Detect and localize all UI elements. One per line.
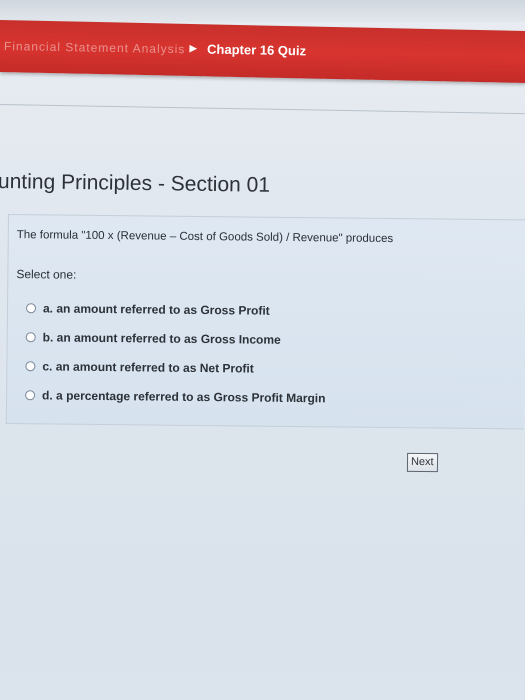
question-panel: The formula "100 x (Revenue – Cost of Go… [5, 214, 525, 430]
browser-top-strip [0, 0, 525, 22]
answer-option-c[interactable]: c. an amount referred to as Net Profit [25, 351, 326, 383]
breadcrumb-item-previous[interactable]: Financial Statement Analysis [0, 39, 186, 56]
answer-option-b[interactable]: b. an amount referred to as Gross Income [25, 322, 327, 354]
select-one-label: Select one: [16, 267, 77, 282]
answer-options: a. an amount referred to as Gross Profit… [25, 293, 327, 412]
radio-button-b[interactable] [25, 331, 36, 342]
next-button[interactable]: Next [406, 452, 438, 473]
answer-option-label: c. an amount referred to as Net Profit [42, 358, 254, 376]
answer-option-a[interactable]: a. an amount referred to as Gross Profit [25, 293, 327, 325]
page-title: unting Principles - Section 01 [0, 170, 271, 197]
question-text: The formula "100 x (Revenue – Cost of Go… [16, 229, 394, 246]
header-divider [0, 104, 525, 115]
answer-option-label: d. a percentage referred to as Gross Pro… [42, 387, 326, 405]
page-background [0, 480, 525, 700]
radio-button-a[interactable] [25, 302, 37, 313]
breadcrumb-arrow-icon: ▶ [189, 43, 198, 55]
answer-option-label: b. an amount referred to as Gross Income [42, 329, 281, 347]
radio-button-c[interactable] [25, 360, 36, 371]
answer-option-d[interactable]: d. a percentage referred to as Gross Pro… [25, 380, 326, 412]
answer-option-label: a. an amount referred to as Gross Profit [42, 300, 270, 318]
breadcrumb-item-current[interactable]: Chapter 16 Quiz [207, 42, 306, 59]
radio-button-d[interactable] [25, 389, 36, 400]
